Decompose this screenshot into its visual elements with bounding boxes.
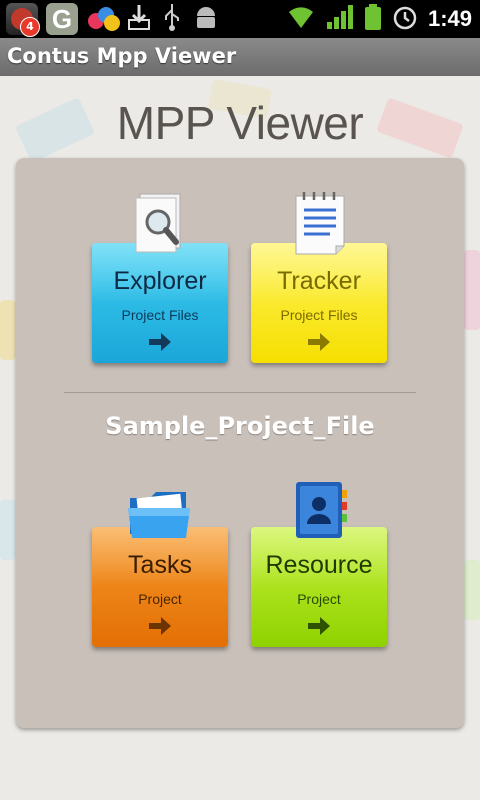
explorer-sub: Project Files [121, 307, 199, 323]
contacts-book-icon [290, 478, 350, 548]
tracker-label: Tracker [277, 267, 361, 295]
battery-icon [364, 3, 382, 35]
status-bar: 4 G 1:49 [0, 0, 480, 38]
arrow-right-icon [308, 617, 330, 635]
tracker-tile[interactable]: Tracker Project Files [251, 243, 387, 363]
svg-text:G: G [52, 4, 72, 34]
section-divider [64, 392, 416, 393]
background-decoration [0, 300, 16, 360]
android-debug-icon [192, 2, 220, 36]
resource-label: Resource [265, 551, 373, 579]
arrow-right-icon [149, 333, 171, 351]
background-decoration [464, 560, 480, 620]
arrow-right-icon [149, 617, 171, 635]
signal-icon [326, 4, 354, 34]
usb-icon [160, 2, 184, 36]
clock-time: 1:49 [427, 6, 472, 31]
tasks-sub: Project [138, 591, 182, 607]
download-icon [126, 2, 152, 36]
notepad-icon [292, 190, 350, 260]
app-logo-title: MPP Viewer [116, 97, 364, 149]
wifi-icon [286, 4, 316, 34]
tracker-sub: Project Files [280, 307, 358, 323]
bubbles-app-icon[interactable] [86, 3, 120, 35]
folder-icon [126, 484, 196, 548]
resource-sub: Project [297, 591, 341, 607]
app-notification-icon[interactable]: 4 [6, 3, 40, 37]
arrow-right-icon [308, 333, 330, 351]
background-decoration [464, 250, 480, 330]
explorer-label: Explorer [113, 267, 207, 295]
app-title-bar: Contus Mpp Viewer [0, 38, 480, 76]
project-name: Sample_Project_File [105, 412, 375, 440]
magnifier-document-icon [132, 192, 188, 262]
alarm-icon [392, 3, 418, 35]
app-title: Contus Mpp Viewer [7, 44, 237, 68]
notification-badge: 4 [20, 17, 40, 37]
tasks-label: Tasks [128, 551, 192, 579]
menu-panel [16, 158, 464, 728]
g-app-icon[interactable]: G [46, 3, 78, 35]
notification-icons: 4 G [6, 2, 220, 37]
background-decoration [0, 500, 16, 560]
